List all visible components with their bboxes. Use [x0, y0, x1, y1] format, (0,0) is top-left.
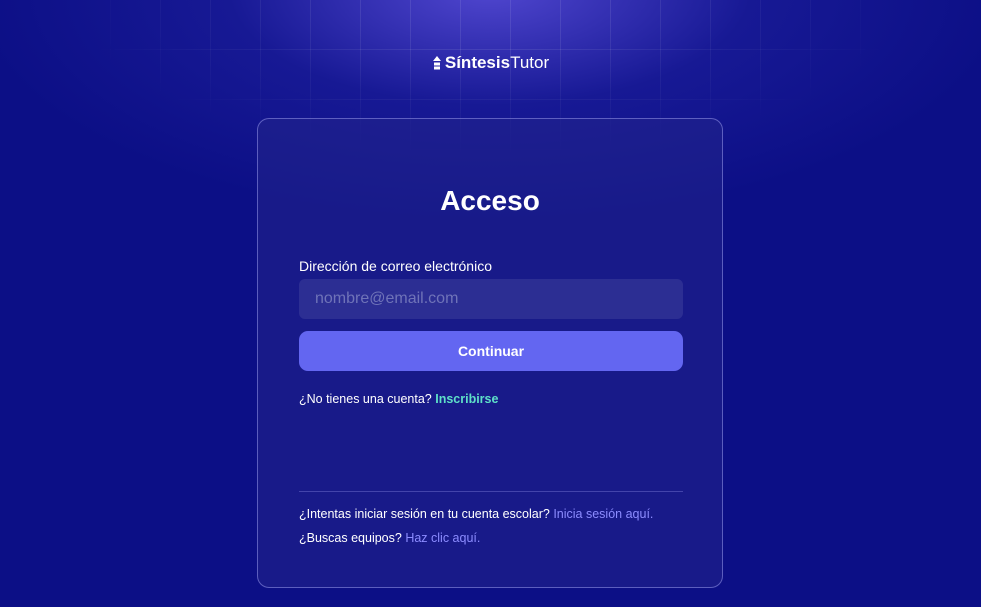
brand-name-light: Tutor: [510, 53, 550, 72]
page-title: Acceso: [440, 185, 540, 216]
school-prompt: ¿Intentas iniciar sesión en tu cuenta es…: [299, 507, 550, 521]
school-login-row: ¿Intentas iniciar sesión en tu cuenta es…: [299, 507, 653, 521]
teams-link[interactable]: Haz clic aquí.: [405, 531, 480, 545]
teams-row: ¿Buscas equipos? Haz clic aquí.: [299, 531, 480, 545]
teams-prompt: ¿Buscas equipos?: [299, 531, 402, 545]
school-login-link[interactable]: Inicia sesión aquí.: [553, 507, 653, 521]
signup-row: ¿No tienes una cuenta? Inscribirse: [299, 392, 498, 406]
signup-link[interactable]: Inscribirse: [435, 392, 498, 406]
signup-prompt: ¿No tienes una cuenta?: [299, 392, 432, 406]
email-field[interactable]: [299, 279, 683, 319]
divider: [299, 491, 683, 492]
continue-button[interactable]: Continuar: [299, 331, 683, 371]
rocket-icon: [432, 56, 442, 70]
brand-logo[interactable]: SíntesisTutor: [0, 53, 981, 73]
brand-name-bold: Síntesis: [444, 53, 511, 72]
email-label: Dirección de correo electrónico: [299, 258, 492, 274]
login-card: Acceso Dirección de correo electrónico C…: [257, 118, 723, 588]
